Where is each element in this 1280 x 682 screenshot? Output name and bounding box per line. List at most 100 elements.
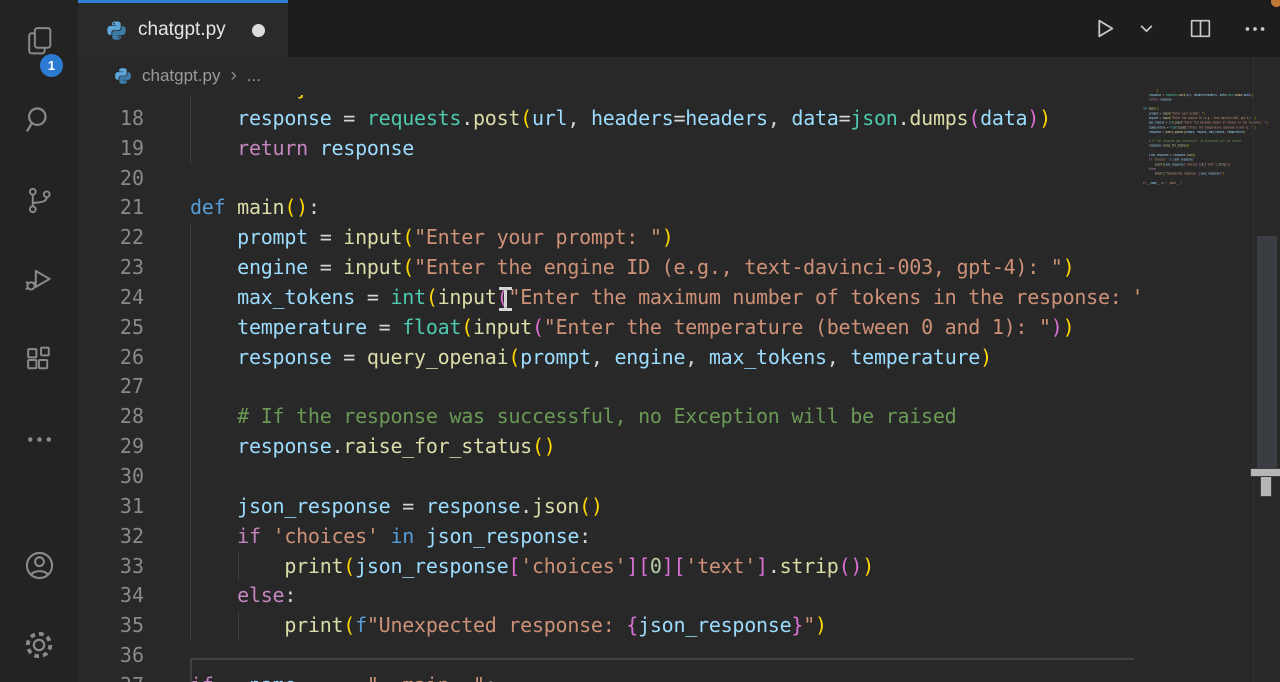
indent-guide <box>190 223 191 253</box>
code-line[interactable]: 19 return response <box>78 134 1140 164</box>
code-text: temperature = float(input("Enter the tem… <box>1143 125 1256 129</box>
breadcrumb-file[interactable]: chatgpt.py <box>142 66 220 86</box>
ellipsis-icon <box>1242 16 1268 42</box>
code-text: max_tokens = int(input("Enter the maximu… <box>190 285 1140 309</box>
line-number: 26 <box>78 343 144 373</box>
code-text: else: <box>190 583 296 607</box>
line-number: 23 <box>78 253 144 283</box>
code-line[interactable]: 27 <box>78 372 1140 402</box>
indent-guide <box>190 462 191 492</box>
code-text: max_tokens = int(input("Enter the maximu… <box>1143 121 1268 125</box>
indent-guide <box>238 611 239 641</box>
tab-bar: chatgpt.py <box>78 0 1280 57</box>
activity-button-source-control[interactable] <box>0 174 78 226</box>
split-editor-button[interactable] <box>1185 14 1215 44</box>
code-text: print(json_response['choices'][0]['text'… <box>1143 162 1230 166</box>
activity-button-settings[interactable] <box>0 619 78 671</box>
code-text: # If the response was successful, no Exc… <box>1143 139 1241 143</box>
activity-button-more-views[interactable] <box>0 413 78 465</box>
search-icon <box>22 103 57 138</box>
activity-button-explorer[interactable]: 1 <box>0 14 78 66</box>
editor-actions <box>1089 0 1270 57</box>
code-line[interactable]: 20 <box>78 164 1140 194</box>
code-line[interactable]: 24 max_tokens = int(input("Enter the max… <box>78 283 1140 313</box>
indent-guide <box>190 522 191 552</box>
indent-guide <box>190 372 191 402</box>
indent-guide <box>190 552 191 582</box>
code-line[interactable]: 37if __name__ == "__main__": <box>78 671 1140 682</box>
code-text: response.raise_for_status() <box>1143 144 1190 148</box>
code-line[interactable]: 32 if 'choices' in json_response: <box>78 522 1140 552</box>
code-text: engine = input("Enter the engine ID (e.g… <box>190 255 1074 279</box>
code-line[interactable]: 22 prompt = input("Enter your prompt: ") <box>78 223 1140 253</box>
line-number: 29 <box>78 432 144 462</box>
indent-guide <box>190 283 191 313</box>
run-options-button[interactable] <box>1136 14 1156 44</box>
code-line[interactable]: 34 else: <box>78 581 1140 611</box>
code-text: json_response = response.json() <box>190 494 603 518</box>
code-line[interactable]: 21 def main(): <box>78 193 1140 223</box>
mouse-pointer-artifact <box>1250 468 1280 497</box>
code-text: def main(): <box>1143 107 1160 111</box>
more-actions-button[interactable] <box>1240 14 1270 44</box>
code-editor[interactable]: 17 }18 response = requests.post(url, hea… <box>78 74 1140 682</box>
split-editor-icon <box>1188 16 1213 41</box>
code-line[interactable]: 33 print(json_response['choices'][0]['te… <box>78 552 1140 582</box>
minimap[interactable]: 17 }18 response = requests.post(url, hea… <box>1140 0 1253 682</box>
code-line[interactable]: 30 <box>78 462 1140 492</box>
activity-bar: 1 <box>0 0 78 682</box>
code-text: response = query_openai(prompt, engine, … <box>1143 130 1245 134</box>
code-line[interactable]: 23 engine = input("Enter the engine ID (… <box>78 253 1140 283</box>
line-number: 27 <box>78 372 144 402</box>
activity-button-run-debug[interactable] <box>0 254 78 306</box>
modified-dot[interactable] <box>252 24 265 37</box>
ibeam-cursor <box>499 287 512 311</box>
line-number: 18 <box>78 104 144 134</box>
code-line[interactable]: 26 response = query_openai(prompt, engin… <box>78 343 1140 373</box>
indent-guide <box>190 343 191 373</box>
line-number: 21 <box>78 193 144 223</box>
code-line[interactable]: 37if __name__ == "__main__": <box>1143 181 1256 186</box>
code-text: def main(): <box>190 195 320 219</box>
files-icon <box>23 24 56 57</box>
code-text: prompt = input("Enter your prompt: ") <box>190 225 673 249</box>
code-text: return response <box>190 136 414 160</box>
indent-guide <box>238 552 239 582</box>
line-number: 31 <box>78 492 144 522</box>
scrollbar-thumb[interactable] <box>1257 236 1277 470</box>
code-text: # If the response was successful, no Exc… <box>190 404 956 428</box>
code-line[interactable]: 25 temperature = float(input("Enter the … <box>78 313 1140 343</box>
line-number: 28 <box>78 402 144 432</box>
code-line[interactable]: 31 json_response = response.json() <box>78 492 1140 522</box>
python-icon <box>106 20 127 41</box>
code-line[interactable]: 36 <box>78 641 1140 671</box>
code-text: json_response = response.json() <box>1143 153 1196 157</box>
recording-dot <box>1271 0 1280 7</box>
activity-button-account[interactable] <box>0 539 78 591</box>
code-line[interactable]: 28 # If the response was successful, no … <box>78 402 1140 432</box>
tab-chatgpt-py[interactable]: chatgpt.py <box>78 0 288 57</box>
code-line[interactable]: 35 print(f"Unexpected response: {json_re… <box>78 611 1140 641</box>
indent-guide <box>190 134 191 164</box>
breadcrumb-more[interactable]: ... <box>247 66 261 86</box>
account-icon <box>22 548 57 583</box>
chevron-down-icon <box>1138 20 1155 37</box>
code-text: print(json_response['choices'][0]['text'… <box>190 554 874 578</box>
gear-icon <box>21 627 57 663</box>
minimap-divider <box>1253 0 1254 682</box>
run-button[interactable] <box>1089 14 1119 44</box>
line-number: 33 <box>78 552 144 582</box>
activity-button-search[interactable] <box>0 94 78 146</box>
indent-guide <box>190 432 191 462</box>
indent-guide <box>190 253 191 283</box>
indent-guide <box>190 402 191 432</box>
breadcrumb: chatgpt.py › ... <box>78 57 1140 95</box>
line-number: 20 <box>78 164 144 194</box>
code-line[interactable]: 18 response = requests.post(url, headers… <box>78 104 1140 134</box>
line-number: 30 <box>78 462 144 492</box>
indent-guide <box>190 581 191 611</box>
code-line[interactable]: 29 response.raise_for_status() <box>78 432 1140 462</box>
code-text: response = requests.post(url, headers=he… <box>190 106 1051 130</box>
activity-button-extensions[interactable] <box>0 334 78 386</box>
code-text: return response <box>1143 98 1172 102</box>
